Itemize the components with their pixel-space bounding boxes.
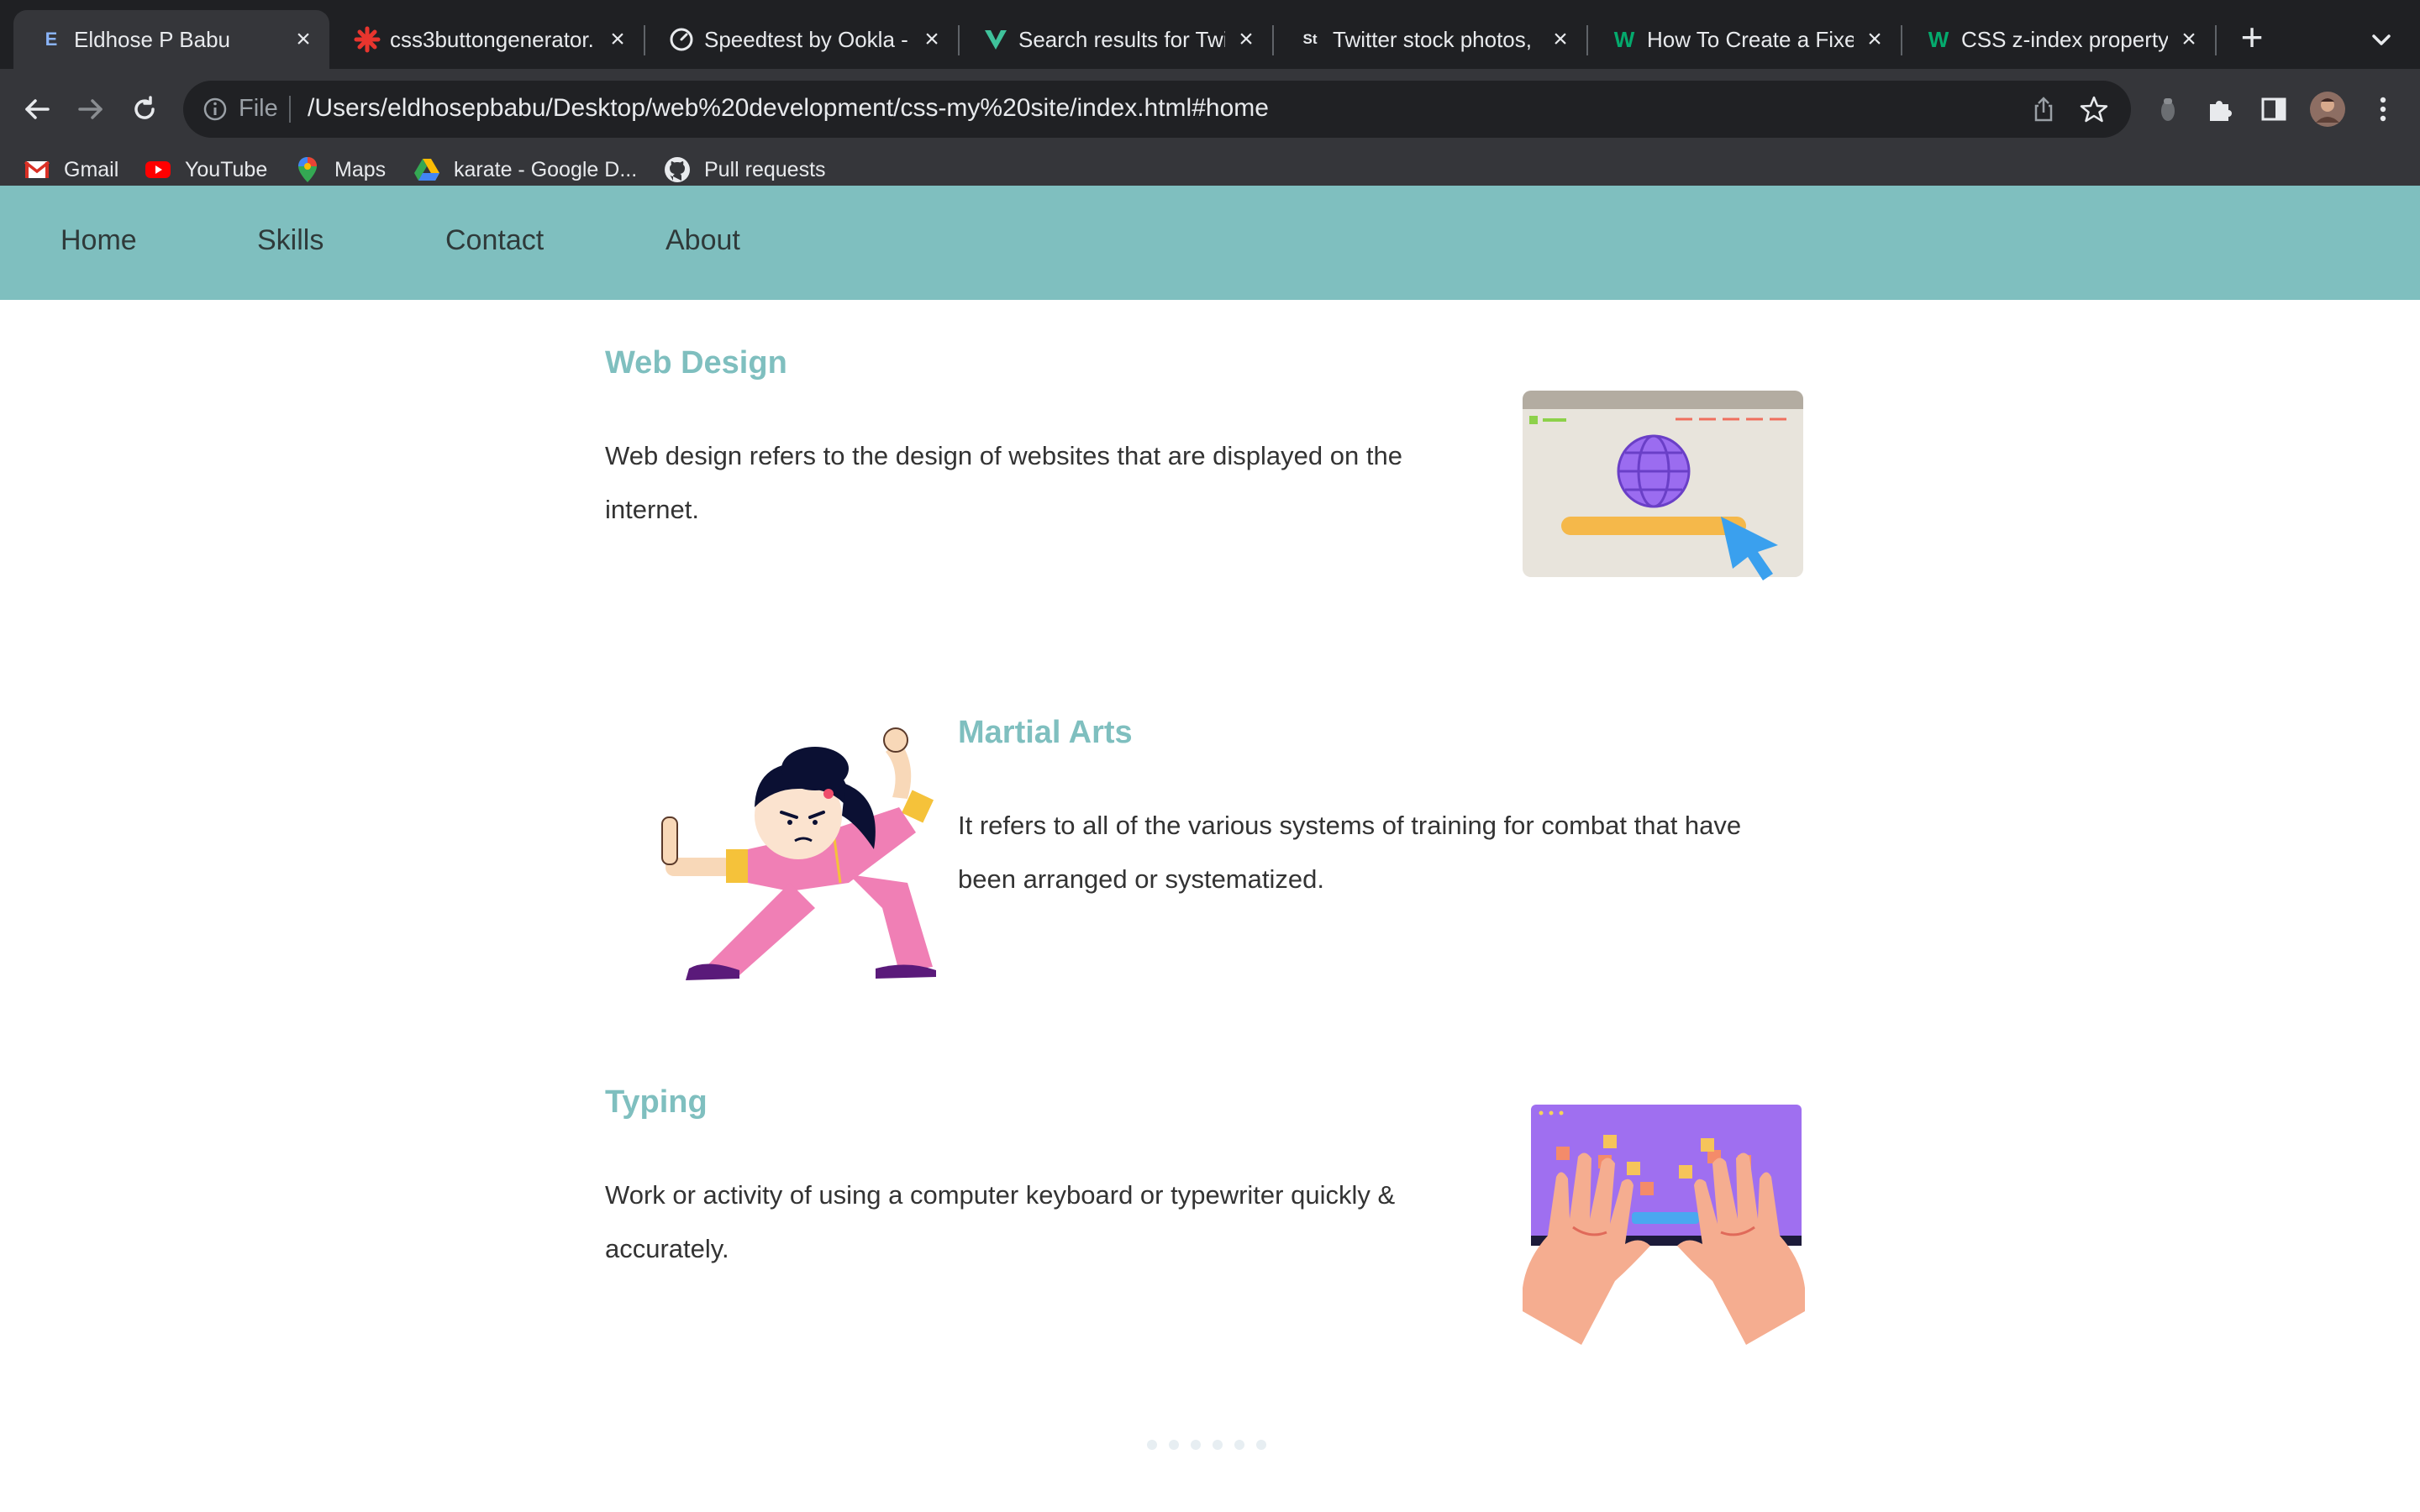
back-arrow-icon	[25, 99, 50, 119]
tab-title: CSS z-index property	[1961, 26, 2168, 52]
close-icon[interactable]: ×	[919, 25, 944, 53]
w3schools-icon: W	[1928, 26, 1949, 52]
info-icon[interactable]	[200, 94, 230, 124]
nav-skills[interactable]: Skills	[257, 224, 324, 257]
forward-button[interactable]	[67, 86, 114, 133]
nav-home[interactable]: Home	[60, 224, 137, 257]
close-icon[interactable]: ×	[291, 25, 316, 53]
url-text[interactable]: /Users/eldhosepbabu/Desktop/web%20develo…	[308, 94, 1269, 123]
bookmark-gmail[interactable]: Gmail	[24, 155, 118, 185]
close-icon[interactable]: ×	[605, 25, 630, 53]
section-text-web-design: Web design refers to the design of websi…	[605, 429, 1445, 537]
tab-title: Speedtest by Ookla -	[704, 26, 908, 52]
profile-avatar[interactable]	[2304, 86, 2351, 133]
tab-title: How To Create a Fixed	[1647, 26, 1854, 52]
new-tab-button[interactable]: +	[2235, 18, 2269, 56]
dot	[1191, 1440, 1201, 1450]
close-icon[interactable]: ×	[2176, 25, 2202, 53]
tab-w3schools-fixed[interactable]: W How To Create a Fixed ×	[1586, 10, 1902, 69]
close-icon[interactable]: ×	[1234, 25, 1259, 53]
nav-contact[interactable]: Contact	[445, 224, 544, 257]
tab-title: css3buttongenerator.	[390, 26, 594, 52]
tab-vecteezy-search[interactable]: Search results for Twi ×	[958, 10, 1274, 69]
side-panel-icon[interactable]	[2250, 86, 2297, 133]
tab-separator	[2215, 25, 2217, 55]
gmail-icon	[24, 156, 50, 183]
shutterstock-icon: St	[1302, 31, 1318, 47]
address-bar[interactable]: File /Users/eldhosepbabu/Desktop/web%20d…	[183, 81, 2131, 138]
extension-icon[interactable]	[2144, 86, 2191, 133]
tab-title: Search results for Twi	[1018, 26, 1225, 52]
reload-icon	[134, 96, 155, 119]
martial-arts-illustration	[655, 723, 960, 989]
tab-strip: E Eldhose P Babu × css3buttongenerator. …	[0, 0, 2420, 69]
bookmark-maps[interactable]: Maps	[294, 155, 386, 185]
google-drive-icon	[413, 156, 440, 183]
dot	[1213, 1440, 1223, 1450]
section-title-typing: Typing	[605, 1084, 708, 1120]
section-text-martial-arts: It refers to all of the various systems …	[958, 799, 1832, 906]
tab-css3buttongenerator[interactable]: css3buttongenerator. ×	[329, 10, 645, 69]
close-icon[interactable]: ×	[1862, 25, 1887, 53]
bookmark-star-icon[interactable]	[2079, 94, 2109, 124]
share-icon[interactable]	[2028, 94, 2059, 124]
url-divider	[289, 96, 291, 123]
bookmark-karate-drive[interactable]: karate - Google D...	[413, 155, 637, 185]
vecteezy-icon	[981, 25, 1010, 54]
forward-arrow-icon	[78, 99, 103, 119]
tab-shutterstock[interactable]: St Twitter stock photos, ×	[1272, 10, 1588, 69]
dot	[1234, 1440, 1244, 1450]
tab-title: Twitter stock photos,	[1333, 26, 1532, 52]
back-button[interactable]	[13, 86, 60, 133]
w3schools-icon: W	[1613, 26, 1635, 52]
maps-icon	[294, 156, 321, 183]
dot	[1256, 1440, 1266, 1450]
reload-button[interactable]	[121, 86, 168, 133]
tab-title: Eldhose P Babu	[74, 26, 230, 52]
text-line: Work or activity of using a computer key…	[605, 1180, 1396, 1210]
text-line: It refers to all of the various systems …	[958, 811, 1742, 840]
page-viewport: Home Skills Contact About Web Design Web…	[0, 186, 2420, 1512]
typing-illustration	[1522, 1101, 1806, 1345]
tab-search-chevron-icon[interactable]	[2366, 25, 2396, 55]
bookmark-label: Gmail	[64, 157, 119, 181]
red-star-icon	[353, 25, 381, 54]
youtube-icon	[145, 156, 171, 183]
dot	[1147, 1440, 1157, 1450]
close-icon[interactable]: ×	[1548, 25, 1573, 53]
extensions-puzzle-icon[interactable]	[2196, 86, 2244, 133]
bookmark-pull-requests[interactable]: Pull requests	[664, 155, 826, 185]
bookmark-label: karate - Google D...	[454, 157, 638, 181]
github-icon	[664, 156, 691, 183]
url-scheme-label: File	[239, 95, 278, 122]
bookmark-youtube[interactable]: YouTube	[145, 155, 267, 185]
bookmark-label: YouTube	[185, 157, 268, 181]
text-line: internet.	[605, 495, 700, 524]
browser-toolbar: File /Users/eldhosepbabu/Desktop/web%20d…	[0, 69, 2420, 202]
section-title-web-design: Web Design	[605, 345, 787, 381]
site-navbar: Home Skills Contact About	[0, 186, 2420, 300]
bookmark-label: Pull requests	[704, 157, 826, 181]
dot	[1169, 1440, 1179, 1450]
web-design-illustration	[1521, 389, 1805, 580]
bookmark-label: Maps	[334, 157, 387, 181]
menu-kebab-icon[interactable]	[2360, 86, 2407, 133]
letter-e-icon: E	[45, 29, 58, 50]
tab-eldhose[interactable]: E Eldhose P Babu ×	[13, 10, 329, 69]
carousel-dots	[1147, 1440, 1266, 1450]
tab-speedtest[interactable]: Speedtest by Ookla - ×	[644, 10, 960, 69]
speedometer-icon	[667, 25, 696, 54]
text-line: been arranged or systematized.	[958, 864, 1324, 894]
section-text-typing: Work or activity of using a computer key…	[605, 1168, 1445, 1276]
section-title-martial-arts: Martial Arts	[958, 715, 1133, 750]
tab-w3schools-zindex[interactable]: W CSS z-index property ×	[1901, 10, 2217, 69]
nav-about[interactable]: About	[666, 224, 740, 257]
text-line: accurately.	[605, 1234, 729, 1263]
text-line: Web design refers to the design of websi…	[605, 441, 1402, 470]
